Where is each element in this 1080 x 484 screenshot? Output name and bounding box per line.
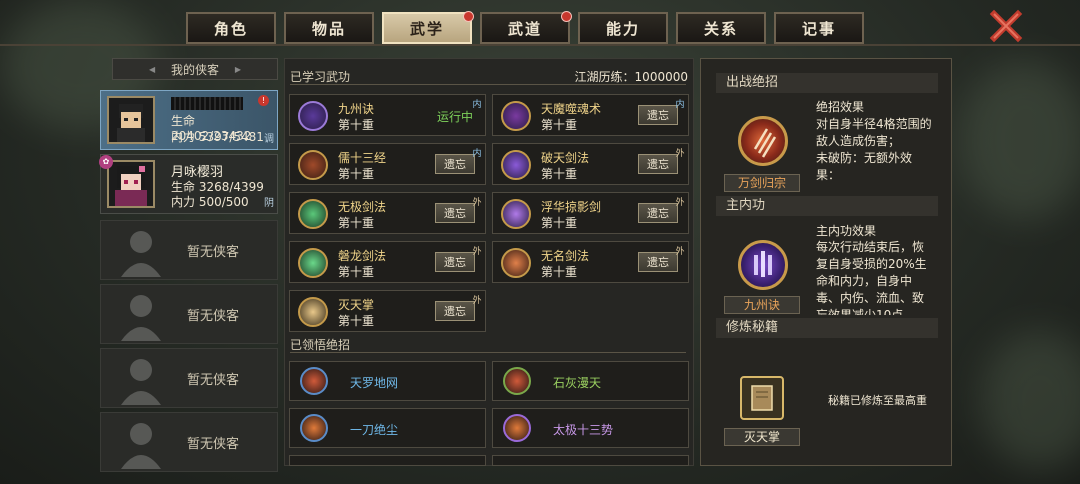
avatar [107,160,155,208]
running-status: 运行中 [436,110,473,124]
learned-skills-title: 已学习武功 [290,70,351,84]
notification-dot [561,11,572,22]
ink-decoration [960,60,1080,220]
tab-martial-path[interactable]: 武道 [480,11,572,44]
skill-card[interactable]: 磐龙剑法 第十重 遗忘 外 [289,241,486,283]
inner-skill-effect-text: 每次行动结束后，恢复自身受损的20%生命和内力，自身中毒、内伤、流血、致忘效果减… [816,240,927,315]
empty-hero-slot[interactable]: 暂无侠客 [100,284,278,344]
silhouette-icon [121,231,161,277]
notification-dot [463,11,474,22]
ultimate-card[interactable]: 石灰漫天 [492,361,689,401]
sword-rain-icon[interactable] [738,116,788,166]
skill-card[interactable]: 无极剑法 第十重 遗忘 外 [289,192,486,234]
ultimate-card[interactable]: 一刀绝尘 [289,408,486,448]
hero-card[interactable]: 月咏樱羽 生命 3268/4399 内力 500/500 阴 ✿ [99,154,278,214]
main-inner-skill-name: 九州诀 [724,296,800,314]
silhouette-icon [121,359,161,405]
tab-divider [0,44,1080,46]
silhouette-icon [121,295,161,341]
inner-skill-effect-title: 主内功效果 [816,224,877,238]
skill-type-badge: 外 [472,246,482,257]
purple-sword-icon [501,150,531,180]
ultimate-card[interactable]: 天罗地网 [289,361,486,401]
tab-character[interactable]: 角色 [186,12,276,44]
skill-type-badge: 外 [675,246,685,257]
tab-journal[interactable]: 记事 [774,12,864,44]
skill-type-badge: 外 [472,295,482,306]
hero-name-redacted [171,97,243,110]
skill-type-badge: 外 [675,148,685,159]
skill-card[interactable]: 灭天掌 第十重 遗忘 外 [289,290,486,332]
skill-card[interactable]: 无名剑法 第十重 遗忘 外 [492,241,689,283]
skill-card[interactable]: 九州诀 第十重 运行中 内 [289,94,486,136]
hero-tag: 调 [264,134,274,145]
hero-mp: 内力 5397/5481 [171,130,264,144]
main-inner-skill-header: 主内功 [716,196,938,216]
taiji-icon [503,414,531,442]
purple-pillars-icon[interactable] [738,240,788,290]
hero-card-selected[interactable]: ! 生命 20402/23432 内力 5397/5481 调 [100,90,278,150]
alert-icon: ! [258,95,269,106]
palm-icon [298,297,328,327]
equipped-ultimate-name: 万剑归宗 [724,174,800,192]
purple-pillars-icon [298,101,328,131]
empty-hero-slot[interactable]: 暂无侠客 [100,220,278,280]
jianghu-experience: 江湖历练：1000000 [574,70,688,84]
ultimate-effect-text: 对自身半径4格范围的敌人造成伤害； 未破防：无额外效果： [816,117,932,182]
avatar [107,96,155,144]
tab-items[interactable]: 物品 [284,12,374,44]
empty-hero-slot[interactable]: 暂无侠客 [100,348,278,408]
skill-card[interactable]: 破天剑法 第十重 遗忘 外 [492,143,689,185]
skill-type-badge: 内 [472,99,482,110]
hero-mp: 内力 500/500 [171,195,249,209]
close-icon [989,9,1023,43]
hero-tag: 阴 [264,198,274,209]
skill-card[interactable]: 儒十三经 第十重 遗忘 内 [289,143,486,185]
tab-abilities[interactable]: 能力 [578,12,668,44]
skill-card[interactable]: 浮华掠影剑 第十重 遗忘 外 [492,192,689,234]
ultimate-card [289,455,486,466]
affection-badge: ✿ [99,155,113,169]
empty-hero-slot[interactable]: 暂无侠客 [100,412,278,472]
manual-status-note: 秘籍已修炼至最高重 [828,394,927,407]
violet-sword-icon [501,199,531,229]
ultimate-effect-title: 绝招效果 [816,100,865,114]
battle-ultimate-header: 出战绝招 [716,73,938,93]
net-icon [300,367,328,395]
learned-ultimates-title: 已领悟绝招 [290,338,351,352]
close-button[interactable] [988,8,1024,44]
silhouette-icon [121,423,161,469]
skill-card[interactable]: 天魔噬魂术 第十重 遗忘 内 [492,94,689,136]
green-sword-icon [298,199,328,229]
dust-icon [503,367,531,395]
tab-bar: 角色 物品 武学 武道 能力 关系 记事 [186,11,864,44]
skill-type-badge: 外 [675,197,685,208]
purple-vortex-icon [501,101,531,131]
divider [290,352,686,353]
orange-slash-icon [501,248,531,278]
skill-type-badge: 内 [675,99,685,110]
my-heroes-header: 我的侠客 [112,58,278,80]
tab-relations[interactable]: 关系 [676,12,766,44]
divider [290,84,686,85]
green-dragon-icon [298,248,328,278]
skill-type-badge: 外 [472,197,482,208]
training-manual-name: 灭天掌 [724,428,800,446]
skill-type-badge: 内 [472,148,482,159]
scholar-icon [298,150,328,180]
training-manual-header: 修炼秘籍 [716,318,938,338]
ultimate-card[interactable]: 太极十三势 [492,408,689,448]
book-icon[interactable] [740,376,784,420]
tab-martial-arts[interactable]: 武学 [382,11,474,44]
ultimate-card [492,455,689,466]
blade-icon [300,414,328,442]
